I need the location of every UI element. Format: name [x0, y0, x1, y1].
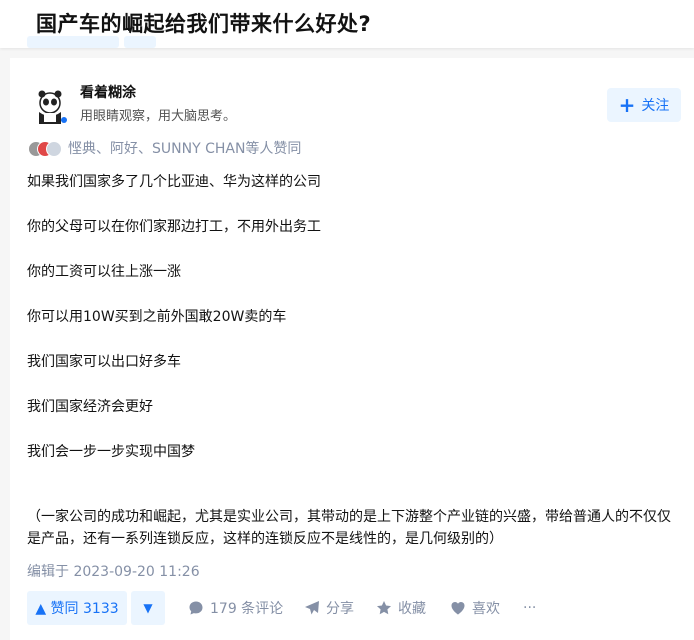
collect-button[interactable]: 收藏 — [376, 591, 426, 625]
answer-paragraph: 你的工资可以往上涨一涨 — [27, 264, 181, 280]
answer-paragraph: 你的父母可以在你们家那边打工，不用外出务工 — [27, 219, 321, 235]
avatar[interactable] — [30, 86, 70, 126]
answer-card: 看着糊涂 用眼睛观察，用大脑思考。 + 关注 悭典、阿好、SUNNY CHAN等… — [10, 58, 694, 640]
like-label: 喜欢 — [472, 601, 500, 617]
answer-paragraph: 我们国家经济会更好 — [27, 399, 153, 415]
voters-text: 悭典、阿好、SUNNY CHAN等人赞同 — [68, 141, 302, 157]
comment-bubble-icon — [188, 600, 204, 616]
author-name[interactable]: 看着糊涂 — [80, 82, 136, 102]
vote-up-button[interactable]: ▲ 赞同 3133 — [27, 591, 127, 625]
share-label: 分享 — [326, 601, 354, 617]
header-button-placeholder[interactable] — [27, 36, 119, 48]
follow-label: 关注 — [641, 98, 670, 114]
answer-paragraph: 我们国家可以出口好多车 — [27, 354, 181, 370]
header-button-placeholder[interactable] — [124, 36, 156, 48]
follow-button[interactable]: + 关注 — [607, 88, 681, 122]
edit-time[interactable]: 编辑于 2023-09-20 11:26 — [27, 561, 200, 581]
comments-label: 179 条评论 — [210, 601, 284, 617]
voter-avatars — [28, 140, 68, 157]
more-button[interactable]: ··· — [523, 591, 536, 625]
star-icon — [376, 600, 392, 616]
ellipsis-icon: ··· — [523, 600, 537, 616]
answer-paragraph: 我们会一步一步实现中国梦 — [27, 444, 195, 460]
comments-button[interactable]: 179 条评论 — [188, 591, 283, 625]
plus-icon: + — [618, 93, 636, 117]
author-bio: 用眼睛观察，用大脑思考。 — [80, 109, 237, 124]
answer-paragraph: 如果我们国家多了几个比亚迪、华为这样的公司 — [27, 174, 321, 190]
collect-label: 收藏 — [398, 601, 426, 617]
heart-icon — [450, 600, 466, 616]
voter-avatar — [46, 141, 62, 157]
question-header: 国产车的崛起给我们带来什么好处? — [0, 0, 694, 48]
vote-down-button[interactable]: ▼ — [131, 591, 165, 625]
question-title[interactable]: 国产车的崛起给我们带来什么好处? — [36, 8, 371, 38]
answer-paragraph: 你可以用10W买到之前外国敢20W卖的车 — [27, 309, 287, 325]
share-button[interactable]: 分享 — [304, 591, 354, 625]
paper-plane-icon — [304, 600, 320, 616]
like-button[interactable]: 喜欢 — [450, 591, 500, 625]
answer-note: （一家公司的成功和崛起，尤其是实业公司，其带动的是上下游整个产业链的兴盛，带给普… — [27, 509, 671, 547]
voters-line[interactable]: 悭典、阿好、SUNNY CHAN等人赞同 — [28, 138, 301, 158]
